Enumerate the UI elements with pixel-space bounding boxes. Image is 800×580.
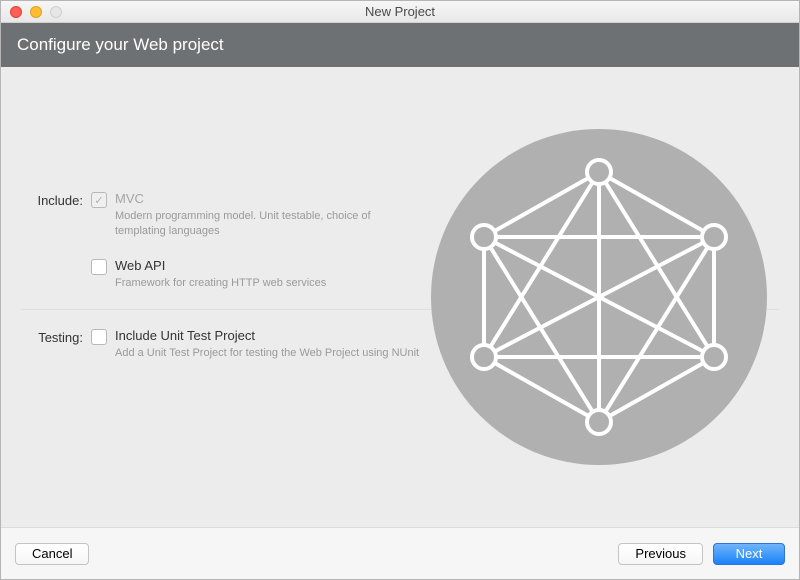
webapi-checkbox[interactable] [91, 259, 107, 275]
testing-label: Testing: [21, 328, 91, 345]
cancel-button[interactable]: Cancel [15, 543, 89, 565]
close-icon[interactable] [10, 6, 22, 18]
next-button[interactable]: Next [713, 543, 785, 565]
footer: Cancel Previous Next [1, 527, 799, 579]
unit-test-checkbox[interactable] [91, 329, 107, 345]
webapi-desc: Framework for creating HTTP web services [115, 276, 326, 291]
divider [21, 309, 779, 310]
titlebar: New Project [1, 1, 799, 23]
form-area: Include: ✓ MVC Modern programming model.… [1, 67, 799, 527]
unit-test-label: Include Unit Test Project [115, 328, 419, 343]
unit-test-desc: Add a Unit Test Project for testing the … [115, 346, 419, 361]
page-banner: Configure your Web project [1, 23, 799, 67]
page-title: Configure your Web project [17, 35, 224, 54]
mvc-desc: Modern programming model. Unit testable,… [115, 209, 421, 240]
window-title: New Project [1, 4, 799, 19]
previous-button[interactable]: Previous [618, 543, 703, 565]
minimize-icon[interactable] [30, 6, 42, 18]
webapi-label: Web API [115, 258, 326, 273]
maximize-icon [50, 6, 62, 18]
mvc-label: MVC [115, 191, 421, 206]
mvc-checkbox: ✓ [91, 192, 107, 208]
include-label: Include: [21, 191, 91, 208]
window: New Project Configure your Web project I… [0, 0, 800, 580]
